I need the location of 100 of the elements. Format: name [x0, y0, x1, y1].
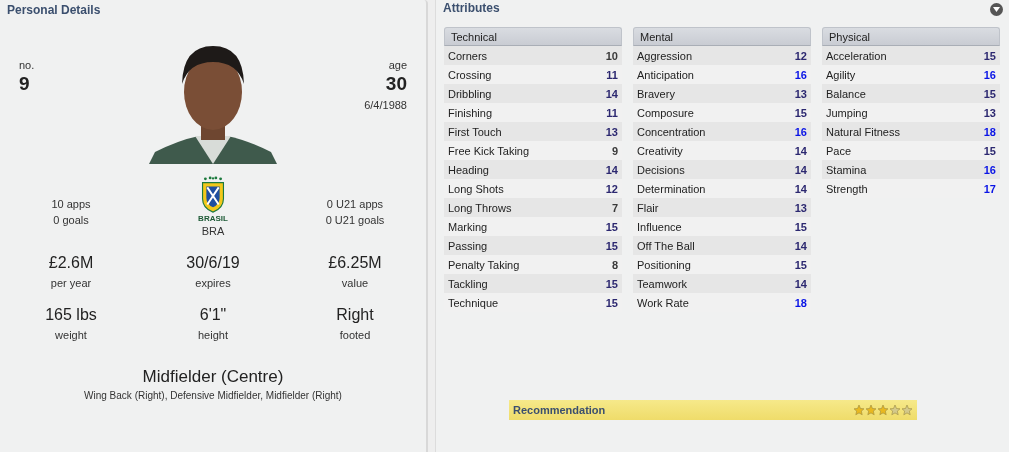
attribute-value: 13: [794, 201, 807, 214]
number-label: no.: [19, 59, 35, 71]
attribute-name: Corners: [448, 49, 488, 62]
stat-value: £2.6M: [48, 253, 94, 273]
stat-label: footed: [339, 328, 371, 343]
attribute-name: Long Throws: [448, 201, 512, 214]
attribute-value: 17: [983, 182, 996, 195]
attribute-value: 13: [605, 125, 618, 138]
attribute-value: 7: [611, 201, 618, 214]
attribute-value: 15: [605, 296, 618, 309]
attribute-name: Aggression: [637, 49, 693, 62]
squad-number: 9: [19, 73, 30, 95]
attribute-value: 16: [983, 68, 996, 81]
attribute-value: 13: [983, 106, 996, 119]
stat-label: per year: [50, 276, 92, 291]
attribute-name: Influence: [637, 220, 682, 233]
attribute-name: Finishing: [448, 106, 493, 119]
recommendation-label: Recommendation: [513, 404, 606, 416]
attribute-value: 15: [983, 144, 996, 157]
u21-caps-text: 0 U21 goals: [325, 213, 385, 228]
group-header: Mental: [633, 27, 811, 46]
attribute-value: 12: [794, 49, 807, 62]
attribute-name: Anticipation: [637, 68, 694, 81]
dropdown-button[interactable]: [990, 2, 1003, 16]
attribute-name: Marking: [448, 220, 488, 233]
attribute-value: 13: [794, 87, 807, 100]
group-header: Physical: [822, 27, 1000, 46]
caps-text: 10 apps: [51, 197, 91, 212]
attribute-name: Balance: [826, 87, 866, 100]
attribute-value: 8: [611, 258, 618, 271]
attribute-value: 18: [794, 296, 807, 309]
attribute-value: 15: [794, 106, 807, 119]
attribute-name: Penalty Taking: [448, 258, 520, 271]
attribute-name: Flair: [637, 201, 659, 214]
caps-text: 0 goals: [53, 213, 89, 228]
crest-label: BRASIL: [198, 214, 228, 223]
attribute-name: Natural Fitness: [826, 125, 900, 138]
attribute-value: 14: [794, 144, 807, 157]
panel-title: Personal Details: [6, 2, 102, 19]
attribute-name: Off The Ball: [637, 239, 695, 252]
attribute-value: 15: [605, 277, 618, 290]
attribute-name: Concentration: [637, 125, 706, 138]
attribute-name: Teamwork: [637, 277, 688, 290]
attribute-name: Dribbling: [448, 87, 492, 100]
star-icon: [865, 404, 877, 416]
attribute-name: Bravery: [637, 87, 675, 100]
attribute-value: 14: [605, 87, 618, 100]
age-label: age: [388, 59, 407, 71]
attribute-value: 16: [794, 125, 807, 138]
attribute-value: 11: [606, 68, 618, 81]
attribute-value: 15: [794, 258, 807, 271]
attribute-name: Composure: [637, 106, 694, 119]
other-positions: Wing Back (Right), Defensive Midfielder, Midfielder (Right): [84, 390, 342, 401]
star-icon: [853, 404, 865, 416]
attribute-name: Technique: [448, 296, 499, 309]
birth-date: 6/4/1988: [364, 99, 407, 111]
attribute-name: Stamina: [826, 163, 867, 176]
main-position: Midfielder (Centre): [142, 367, 284, 387]
stat-label: value: [341, 276, 369, 291]
attribute-name: Jumping: [826, 106, 868, 119]
attribute-name: Strength: [826, 182, 868, 195]
stat-value: £6.25M: [328, 253, 382, 273]
stat-label: weight: [55, 328, 87, 343]
attribute-value: 10: [605, 49, 618, 62]
stat-label: height: [198, 328, 228, 343]
attribute-name: Tackling: [448, 277, 488, 290]
age-value: 30: [385, 73, 407, 95]
stat-value: 30/6/19: [186, 253, 240, 273]
attribute-name: Decisions: [637, 163, 685, 176]
attribute-value: 14: [794, 163, 807, 176]
attribute-name: Passing: [448, 239, 488, 252]
attribute-name: Free Kick Taking: [448, 144, 530, 157]
attribute-value: 16: [983, 163, 996, 176]
stat-value: 6'1": [199, 305, 227, 325]
attribute-name: First Touch: [448, 125, 502, 138]
attribute-value: 15: [794, 220, 807, 233]
attribute-value: 18: [983, 125, 996, 138]
attribute-value: 15: [983, 87, 996, 100]
stat-value: Right: [336, 305, 374, 325]
nation-code: BRA: [201, 224, 225, 239]
attribute-value: 16: [794, 68, 807, 81]
attribute-name: Creativity: [637, 144, 683, 157]
group-header: Technical: [444, 27, 622, 46]
star-icon: [877, 404, 889, 416]
attribute-name: Agility: [826, 68, 856, 81]
attribute-name: Positioning: [637, 258, 691, 271]
attribute-name: Work Rate: [637, 296, 689, 309]
panel-title: Attributes: [442, 0, 501, 17]
attribute-name: Crossing: [448, 68, 492, 81]
attribute-name: Heading: [448, 163, 489, 176]
attribute-name: Acceleration: [826, 49, 887, 62]
attribute-value: 12: [605, 182, 618, 195]
attribute-value: 11: [606, 106, 618, 119]
attribute-value: 14: [794, 182, 807, 195]
attribute-value: 14: [794, 277, 807, 290]
attribute-value: 15: [605, 239, 618, 252]
attribute-value: 15: [983, 49, 996, 62]
attribute-value: 9: [611, 144, 618, 157]
attribute-name: Determination: [637, 182, 706, 195]
attribute-value: 14: [605, 163, 618, 176]
